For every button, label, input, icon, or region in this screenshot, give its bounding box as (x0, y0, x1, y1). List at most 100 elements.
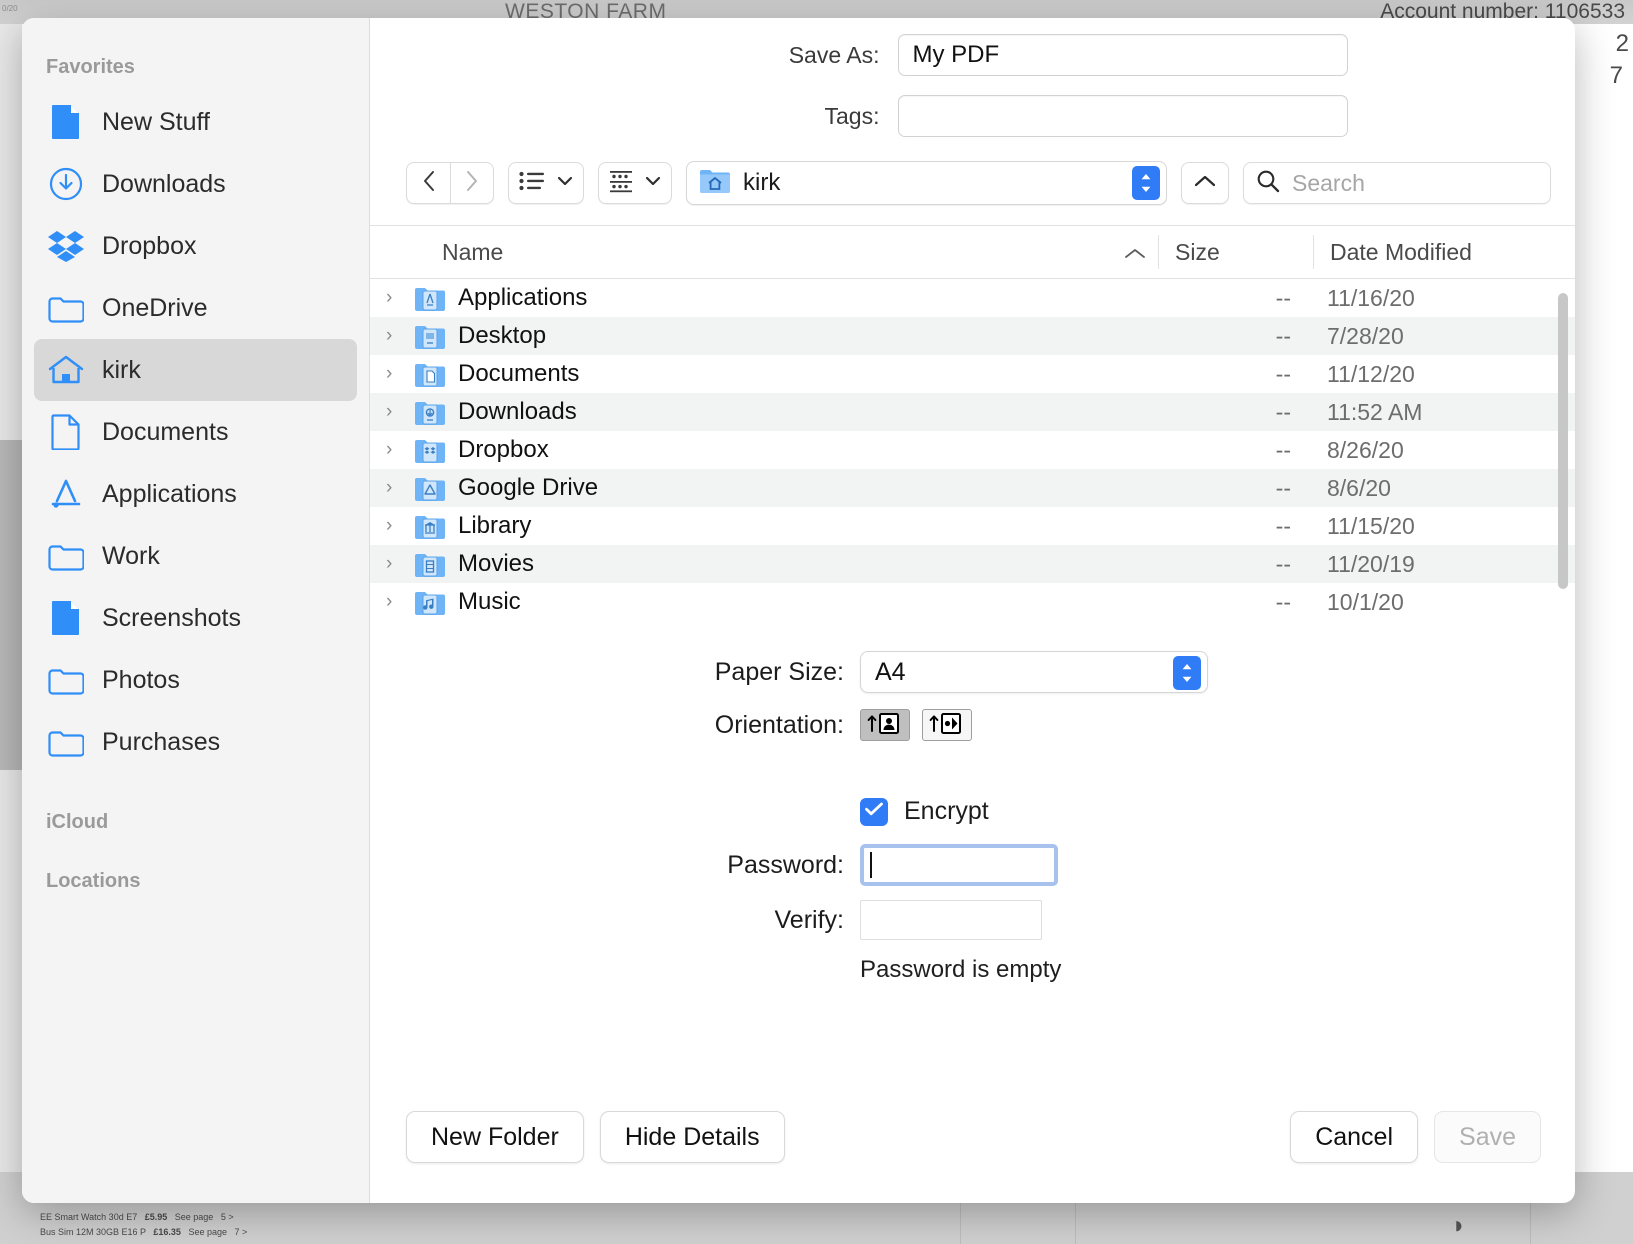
sidebar-item-dropbox[interactable]: Dropbox (34, 215, 357, 277)
table-row[interactable]: › Desktop -- 7/28/20 (370, 317, 1575, 355)
tags-label: Tags: (598, 103, 898, 130)
file-date: 11/12/20 (1313, 361, 1575, 388)
sidebar-item-label: New Stuff (102, 108, 210, 137)
disclosure-triangle-icon[interactable]: › (386, 591, 410, 613)
disclosure-triangle-icon[interactable]: › (386, 401, 410, 423)
file-size: -- (1158, 437, 1313, 464)
file-date: 11/15/20 (1313, 513, 1575, 540)
table-row[interactable]: › Google Drive -- 8/6/20 (370, 469, 1575, 507)
disclosure-triangle-icon[interactable]: › (386, 287, 410, 309)
verify-input[interactable] (860, 900, 1042, 940)
forward-button[interactable] (450, 162, 494, 204)
ledger-item: EE Smart Watch 30d E7 (40, 1212, 137, 1222)
cancel-button[interactable]: Cancel (1290, 1111, 1418, 1163)
paper-size-stepper[interactable] (1173, 656, 1201, 690)
sort-ascending-icon (1124, 239, 1146, 266)
sidebar-item-purchases[interactable]: Purchases (34, 711, 357, 773)
folder-googledrive-icon (414, 475, 446, 502)
folder-icon (46, 660, 86, 700)
save-dialog: Favorites New Stuff Downloads Dropbox On… (22, 18, 1575, 1203)
sidebar-item-work[interactable]: Work (34, 525, 357, 587)
file-date: 10/1/20 (1313, 589, 1575, 616)
parent-folder-button[interactable] (1181, 162, 1229, 204)
sidebar-item-documents[interactable]: Documents (34, 401, 357, 463)
password-input[interactable] (860, 844, 1058, 886)
disclosure-triangle-icon[interactable]: › (386, 439, 410, 461)
table-row[interactable]: › Documents -- 11/12/20 (370, 355, 1575, 393)
table-row[interactable]: › Downloads -- 11:52 AM (370, 393, 1575, 431)
save-button[interactable]: Save (1434, 1111, 1541, 1163)
icon-view-button[interactable] (598, 162, 672, 204)
paper-size-value: A4 (875, 658, 906, 687)
search-field[interactable]: Search (1243, 162, 1551, 204)
sidebar-item-downloads[interactable]: Downloads (34, 153, 357, 215)
paper-size-popup[interactable]: A4 (860, 651, 1208, 693)
tags-input[interactable] (898, 95, 1348, 137)
disclosure-triangle-icon[interactable]: › (386, 515, 410, 537)
file-name: Dropbox (458, 436, 549, 464)
text-caret (870, 852, 872, 878)
sidebar-section-locations: Locations (22, 846, 369, 905)
sidebar-item-new-stuff[interactable]: New Stuff (34, 91, 357, 153)
disclosure-triangle-icon[interactable]: › (386, 553, 410, 575)
column-header-size[interactable]: Size (1158, 235, 1313, 269)
sidebar-item-label: Purchases (102, 728, 220, 757)
sidebar-item-kirk[interactable]: kirk (34, 339, 357, 401)
table-row[interactable]: › Dropbox -- 8/26/20 (370, 431, 1575, 469)
orientation-landscape-button[interactable] (922, 709, 972, 741)
checkmark-icon (864, 801, 884, 822)
table-row[interactable]: › Applications -- 11/16/20 (370, 279, 1575, 317)
column-header-name[interactable]: Name (370, 239, 1158, 266)
folder-dropbox-icon (414, 437, 446, 464)
paper-size-row: Paper Size: A4 (370, 651, 1575, 693)
folder-movies-icon (414, 551, 446, 578)
file-browser: Name Size Date Modified › Applications (370, 225, 1575, 621)
sidebar-item-label: Dropbox (102, 232, 197, 261)
sidebar-item-label: Photos (102, 666, 180, 695)
back-button[interactable] (406, 162, 450, 204)
sidebar-item-screenshots[interactable]: Screenshots (34, 587, 357, 649)
disclosure-triangle-icon[interactable]: › (386, 325, 410, 347)
chevron-left-icon (421, 169, 437, 198)
encrypt-label: Encrypt (904, 797, 989, 826)
background-ledger: EE Smart Watch 30d E7 £5.95 See page 5 >… (40, 1210, 247, 1240)
scrollbar-thumb[interactable] (1558, 293, 1568, 589)
list-view-button[interactable] (508, 162, 584, 204)
file-name: Documents (458, 360, 579, 388)
verify-label: Verify: (370, 906, 860, 935)
path-stepper[interactable] (1132, 166, 1160, 200)
file-name: Google Drive (458, 474, 598, 502)
file-date: 7/28/20 (1313, 323, 1575, 350)
document-icon (46, 598, 86, 638)
orientation-portrait-button[interactable] (860, 709, 910, 741)
sidebar-item-onedrive[interactable]: OneDrive (34, 277, 357, 339)
encrypt-checkbox[interactable] (860, 798, 888, 826)
file-list-scrollbar[interactable] (1557, 285, 1571, 615)
table-row[interactable]: › Library -- 11/15/20 (370, 507, 1575, 545)
pdf-details-pane: Paper Size: A4 Orientation: (370, 621, 1575, 984)
path-popup-button[interactable]: kirk (686, 161, 1167, 205)
ledger-ref: See page (175, 1212, 214, 1222)
folder-icon (46, 536, 86, 576)
ledger-page: 5 (221, 1212, 226, 1222)
up-down-stepper-icon (1180, 662, 1194, 684)
chevron-right-icon (464, 169, 480, 198)
table-row[interactable]: › Music -- 10/1/20 (370, 583, 1575, 621)
background-account-line2: 2 (1616, 30, 1629, 58)
sidebar-section-icloud: iCloud (22, 773, 369, 846)
background-left-strip-dark (0, 440, 22, 770)
sidebar-item-applications[interactable]: Applications (34, 463, 357, 525)
disclosure-triangle-icon[interactable]: › (386, 477, 410, 499)
disclosure-triangle-icon[interactable]: › (386, 363, 410, 385)
column-header-date[interactable]: Date Modified (1313, 235, 1575, 269)
folder-icon (46, 288, 86, 328)
landscape-orientation-icon (927, 711, 967, 740)
hide-details-button[interactable]: Hide Details (600, 1111, 785, 1163)
sidebar-item-photos[interactable]: Photos (34, 649, 357, 711)
new-folder-button[interactable]: New Folder (406, 1111, 584, 1163)
up-down-stepper-icon (1139, 172, 1153, 194)
table-row[interactable]: › Movies -- 11/20/19 (370, 545, 1575, 583)
save-as-input[interactable] (898, 34, 1348, 76)
file-size: -- (1158, 551, 1313, 578)
sidebar-section-favorites: Favorites (22, 46, 369, 91)
